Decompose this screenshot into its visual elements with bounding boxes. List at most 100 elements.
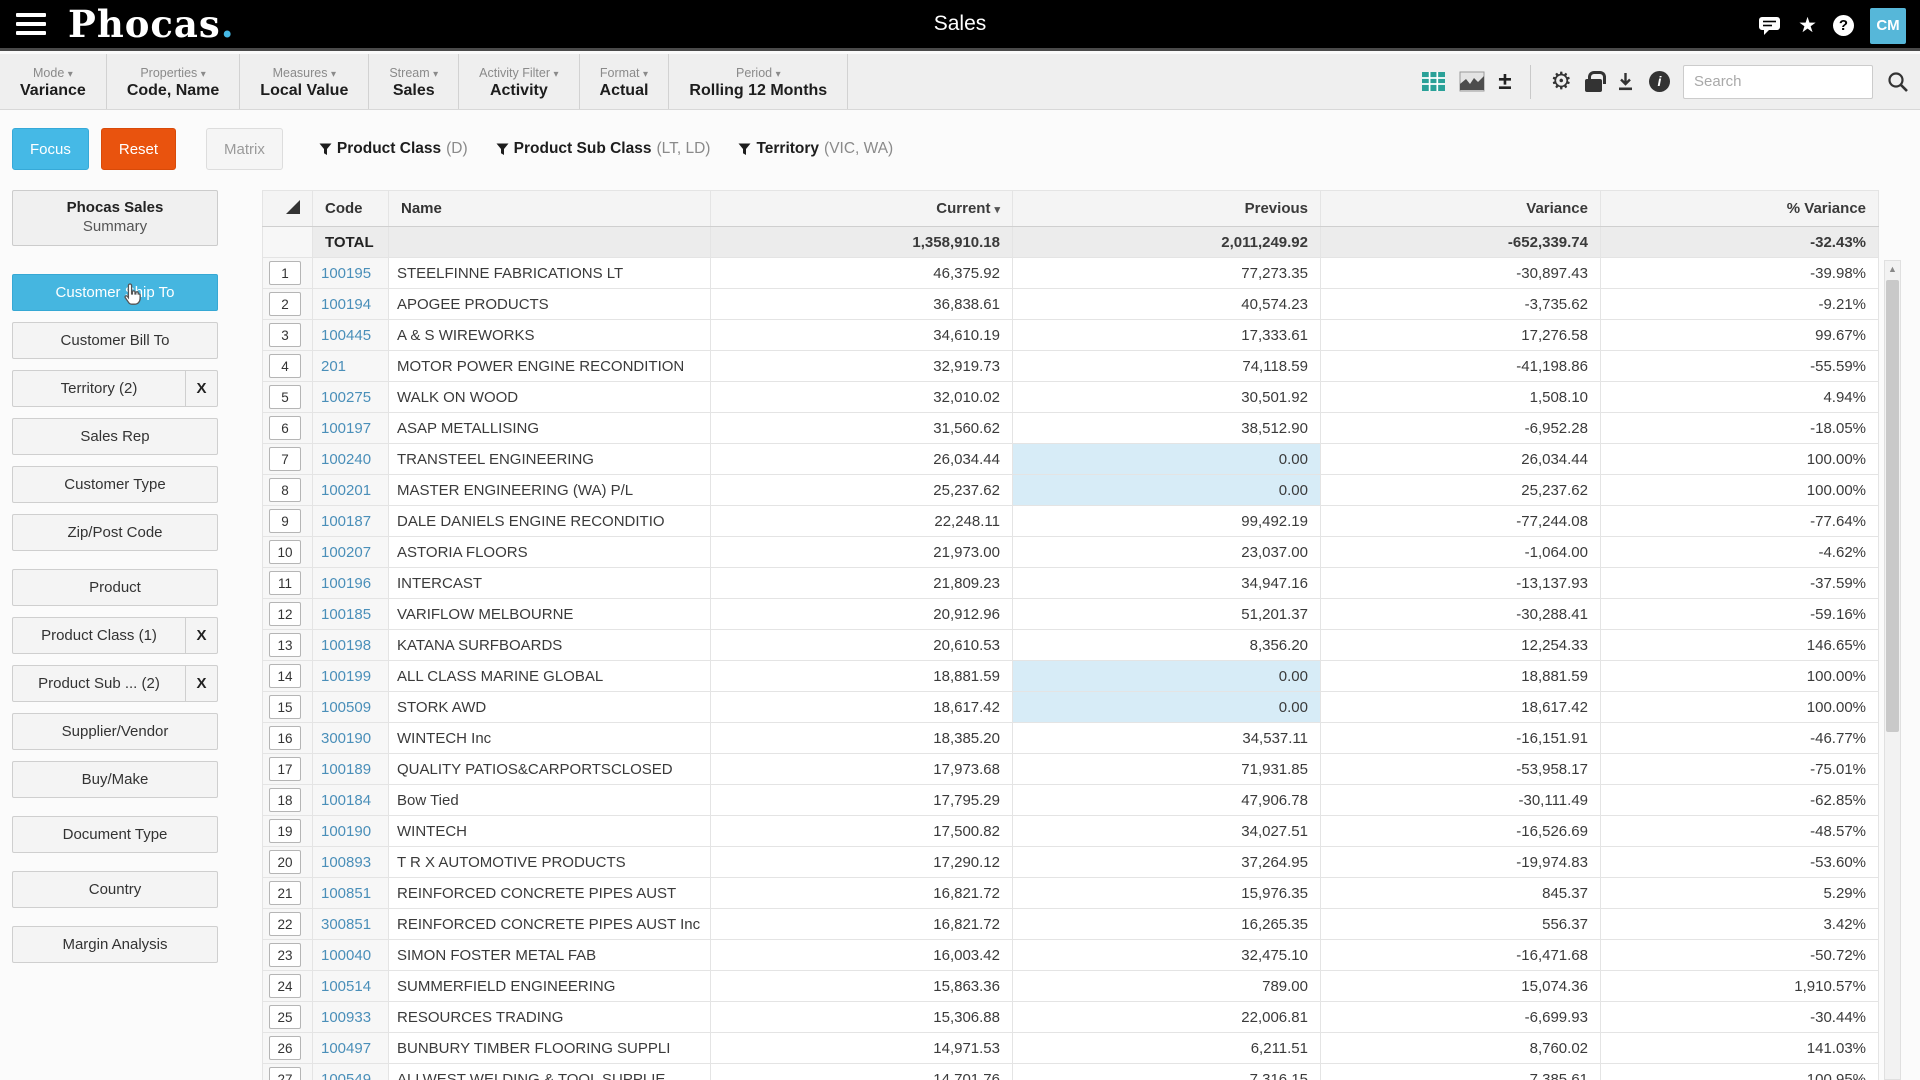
variance-cell[interactable]: -19,974.83 — [1321, 847, 1601, 878]
row-number[interactable]: 1 — [269, 261, 301, 285]
customer-name-cell[interactable]: WINTECH — [389, 816, 711, 847]
row-number[interactable]: 25 — [269, 1005, 301, 1029]
variance-cell[interactable]: 18,617.42 — [1321, 692, 1601, 723]
current-cell[interactable]: 17,973.68 — [711, 754, 1013, 785]
row-number[interactable]: 18 — [269, 788, 301, 812]
previous-cell[interactable]: 16,265.35 — [1013, 909, 1321, 940]
code-link[interactable]: 100514 — [321, 978, 371, 995]
previous-cell[interactable]: 34,537.11 — [1013, 723, 1321, 754]
pct-variance-cell[interactable]: -53.60% — [1601, 847, 1879, 878]
sidebar-item-zip-post-code[interactable]: Zip/Post Code — [12, 514, 218, 551]
variance-cell[interactable]: 17,276.58 — [1321, 320, 1601, 351]
row-number[interactable]: 22 — [269, 912, 301, 936]
sidebar-item-product[interactable]: Product — [12, 569, 218, 606]
previous-cell[interactable]: 37,264.95 — [1013, 847, 1321, 878]
sidebar-item-supplier-vendor[interactable]: Supplier/Vendor — [12, 713, 218, 750]
row-number[interactable]: 24 — [269, 974, 301, 998]
lock-icon[interactable] — [1585, 79, 1602, 92]
sidebar-item-customer-bill-to[interactable]: Customer Bill To — [12, 322, 218, 359]
remove-filter-button[interactable]: X — [185, 666, 217, 701]
customer-name-cell[interactable]: MASTER ENGINEERING (WA) P/L — [389, 475, 711, 506]
code-link[interactable]: 100549 — [321, 1071, 371, 1080]
code-link[interactable]: 100195 — [321, 265, 371, 282]
help-icon[interactable]: ? — [1833, 15, 1854, 36]
row-number[interactable]: 12 — [269, 602, 301, 626]
code-link[interactable]: 100198 — [321, 637, 371, 654]
pct-variance-cell[interactable]: 100.00% — [1601, 444, 1879, 475]
sidebar-summary[interactable]: Phocas Sales Summary — [12, 190, 218, 246]
vertical-scrollbar[interactable]: ▲ — [1884, 260, 1901, 1080]
customer-name-cell[interactable]: WALK ON WOOD — [389, 382, 711, 413]
user-avatar[interactable]: CM — [1870, 8, 1906, 44]
col-header-pct-variance[interactable]: % Variance — [1601, 191, 1879, 227]
variance-cell[interactable]: 12,254.33 — [1321, 630, 1601, 661]
current-cell[interactable]: 21,809.23 — [711, 568, 1013, 599]
previous-cell[interactable]: 99,492.19 — [1013, 506, 1321, 537]
code-link[interactable]: 300190 — [321, 730, 371, 747]
previous-cell[interactable]: 51,201.37 — [1013, 599, 1321, 630]
customer-name-cell[interactable]: Bow Tied — [389, 785, 711, 816]
customer-name-cell[interactable]: STEELFINNE FABRICATIONS LT — [389, 258, 711, 289]
code-link[interactable]: 100197 — [321, 420, 371, 437]
customer-name-cell[interactable]: MOTOR POWER ENGINE RECONDITION — [389, 351, 711, 382]
sidebar-item-customer-ship-to[interactable]: Customer Ship To — [12, 274, 218, 311]
row-number[interactable]: 9 — [269, 509, 301, 533]
pct-variance-cell[interactable]: 100.00% — [1601, 692, 1879, 723]
variance-cell[interactable]: -3,735.62 — [1321, 289, 1601, 320]
toolbar-group-period[interactable]: Period ▾ Rolling 12 Months — [669, 54, 848, 109]
row-number[interactable]: 27 — [269, 1067, 301, 1080]
row-number[interactable]: 23 — [269, 943, 301, 967]
current-cell[interactable]: 22,248.11 — [711, 506, 1013, 537]
current-cell[interactable]: 20,610.53 — [711, 630, 1013, 661]
add-remove-columns-icon[interactable]: ± — [1498, 70, 1511, 94]
col-header-code[interactable]: Code — [313, 191, 389, 227]
sidebar-item-product-class-1[interactable]: Product Class (1) X — [12, 617, 218, 654]
current-cell[interactable]: 17,500.82 — [711, 816, 1013, 847]
code-link[interactable]: 100851 — [321, 885, 371, 902]
variance-cell[interactable]: 18,881.59 — [1321, 661, 1601, 692]
current-cell[interactable]: 16,003.42 — [711, 940, 1013, 971]
variance-cell[interactable]: -41,198.86 — [1321, 351, 1601, 382]
pct-variance-cell[interactable]: 3.42% — [1601, 909, 1879, 940]
variance-cell[interactable]: -16,471.68 — [1321, 940, 1601, 971]
search-input[interactable] — [1683, 65, 1873, 99]
previous-cell[interactable]: 34,947.16 — [1013, 568, 1321, 599]
reset-button[interactable]: Reset — [101, 128, 176, 170]
current-cell[interactable]: 46,375.92 — [711, 258, 1013, 289]
col-header-current[interactable]: Current▾ — [711, 191, 1013, 227]
previous-cell[interactable]: 30,501.92 — [1013, 382, 1321, 413]
sidebar-item-sales-rep[interactable]: Sales Rep — [12, 418, 218, 455]
variance-cell[interactable]: -16,151.91 — [1321, 723, 1601, 754]
sidebar-item-customer-type[interactable]: Customer Type — [12, 466, 218, 503]
current-cell[interactable]: 26,034.44 — [711, 444, 1013, 475]
info-icon[interactable]: i — [1649, 71, 1670, 92]
pct-variance-cell[interactable]: 141.03% — [1601, 1033, 1879, 1064]
variance-cell[interactable]: -53,958.17 — [1321, 754, 1601, 785]
pct-variance-cell[interactable]: -77.64% — [1601, 506, 1879, 537]
variance-cell[interactable]: -30,288.41 — [1321, 599, 1601, 630]
row-number[interactable]: 14 — [269, 664, 301, 688]
previous-cell[interactable]: 71,931.85 — [1013, 754, 1321, 785]
customer-name-cell[interactable]: RESOURCES TRADING — [389, 1002, 711, 1033]
current-cell[interactable]: 16,821.72 — [711, 909, 1013, 940]
pct-variance-cell[interactable]: -55.59% — [1601, 351, 1879, 382]
previous-cell[interactable]: 17,333.61 — [1013, 320, 1321, 351]
current-cell[interactable]: 18,617.42 — [711, 692, 1013, 723]
matrix-button[interactable]: Matrix — [206, 128, 283, 170]
download-icon[interactable] — [1615, 71, 1636, 92]
customer-name-cell[interactable]: WINTECH Inc — [389, 723, 711, 754]
code-link[interactable]: 100190 — [321, 823, 371, 840]
col-header-variance[interactable]: Variance — [1321, 191, 1601, 227]
pct-variance-cell[interactable]: -37.59% — [1601, 568, 1879, 599]
variance-cell[interactable]: -13,137.93 — [1321, 568, 1601, 599]
toolbar-group-format[interactable]: Format ▾ Actual — [580, 54, 670, 109]
current-cell[interactable]: 25,237.62 — [711, 475, 1013, 506]
customer-name-cell[interactable]: ALLWEST WELDING & TOOL SUPPLIE — [389, 1064, 711, 1080]
current-cell[interactable]: 14,701.76 — [711, 1064, 1013, 1080]
row-number[interactable]: 8 — [269, 478, 301, 502]
previous-cell[interactable]: 6,211.51 — [1013, 1033, 1321, 1064]
previous-cell[interactable]: 34,027.51 — [1013, 816, 1321, 847]
pct-variance-cell[interactable]: 100.95% — [1601, 1064, 1879, 1080]
row-number[interactable]: 4 — [269, 354, 301, 378]
remove-filter-button[interactable]: X — [185, 371, 217, 406]
